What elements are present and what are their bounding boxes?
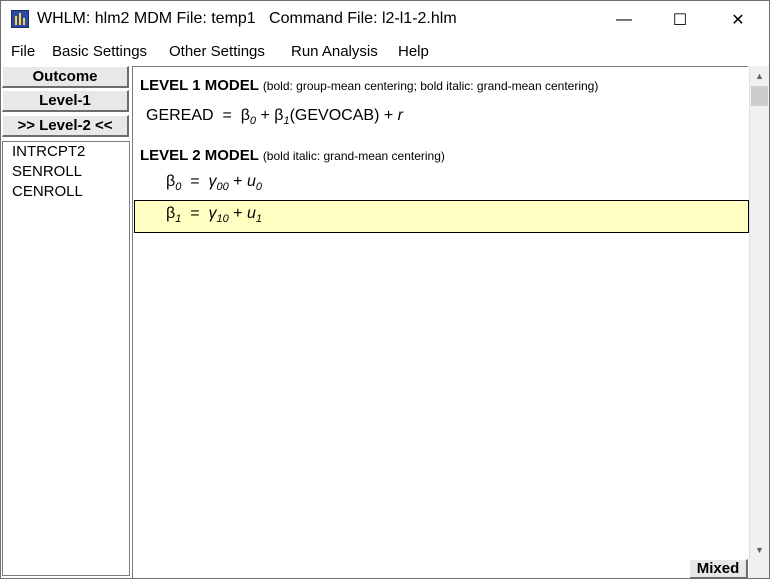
scroll-thumb[interactable] — [751, 86, 768, 106]
level-1-equation[interactable]: GEREAD = β0 + β1(GEVOCAB) + r — [146, 107, 403, 127]
level-1-predictor: GEVOCAB — [294, 107, 375, 124]
model-panel: LEVEL 1 MODEL (bold: group-mean centerin… — [132, 66, 749, 578]
variable-list: INTRCPT2 SENROLL CENROLL — [2, 141, 130, 576]
u-1-subscript: 1 — [255, 213, 262, 226]
close-button[interactable]: ✕ — [715, 1, 761, 38]
menu-run-analysis[interactable]: Run Analysis — [291, 43, 378, 60]
level-2-heading-text: LEVEL 2 MODEL — [140, 147, 259, 164]
level-1-error: r — [397, 107, 403, 124]
outcome-button[interactable]: Outcome — [2, 66, 129, 88]
beta-1-subscript: 1 — [283, 115, 290, 128]
menu-other-settings[interactable]: Other Settings — [169, 43, 265, 60]
app-window: WHLM: hlm2 MDM File: temp1 Command File:… — [0, 0, 770, 579]
level-1-heading-text: LEVEL 1 MODEL — [140, 77, 259, 94]
menu-file[interactable]: File — [11, 43, 35, 60]
minimize-button[interactable]: — — [601, 1, 647, 38]
level-2-button[interactable]: >> Level-2 << — [2, 115, 129, 137]
beta-0-subscript: 0 — [249, 115, 257, 128]
eq2-beta-1-subscript: 1 — [175, 213, 182, 226]
app-icon — [11, 10, 29, 28]
variable-item-intrcpt2[interactable]: INTRCPT2 — [3, 142, 129, 162]
scroll-up-icon[interactable]: ▲ — [750, 67, 769, 84]
variable-item-senroll[interactable]: SENROLL — [3, 162, 129, 182]
level-2-equation-beta1[interactable]: β1 = γ10 + u1 — [166, 205, 262, 225]
u-0-subscript: 0 — [255, 181, 262, 194]
window-title: WHLM: hlm2 MDM File: temp1 Command File:… — [37, 10, 457, 27]
variable-item-cenroll[interactable]: CENROLL — [3, 182, 129, 202]
variable-panel: Outcome Level-1 >> Level-2 << INTRCPT2 S… — [1, 66, 132, 578]
gamma-10-subscript: 10 — [216, 213, 229, 226]
level-1-outcome: GEREAD — [146, 107, 214, 124]
scroll-down-icon[interactable]: ▼ — [750, 541, 769, 558]
menu-help[interactable]: Help — [398, 43, 429, 60]
title-bar: WHLM: hlm2 MDM File: temp1 Command File:… — [1, 1, 769, 38]
eq2-beta-0-subscript: 0 — [175, 181, 182, 194]
mixed-button[interactable]: Mixed — [689, 559, 748, 579]
size-grip — [749, 559, 769, 578]
menu-bar: File Basic Settings Other Settings Run A… — [1, 39, 769, 65]
level-1-heading: LEVEL 1 MODEL (bold: group-mean centerin… — [140, 77, 598, 94]
level-1-button[interactable]: Level-1 — [2, 90, 129, 112]
maximize-button[interactable]: ☐ — [657, 1, 703, 38]
level-1-note: (bold: group-mean centering; bold italic… — [262, 79, 599, 93]
level-2-heading: LEVEL 2 MODEL (bold italic: grand-mean c… — [140, 147, 445, 164]
level-2-equation-beta0[interactable]: β0 = γ00 + u0 — [166, 173, 262, 193]
gamma-00-subscript: 00 — [216, 181, 229, 194]
menu-basic-settings[interactable]: Basic Settings — [52, 43, 147, 60]
level-2-note: (bold italic: grand-mean centering) — [262, 149, 445, 163]
vertical-scrollbar[interactable]: ▲ ▼ — [749, 66, 769, 559]
